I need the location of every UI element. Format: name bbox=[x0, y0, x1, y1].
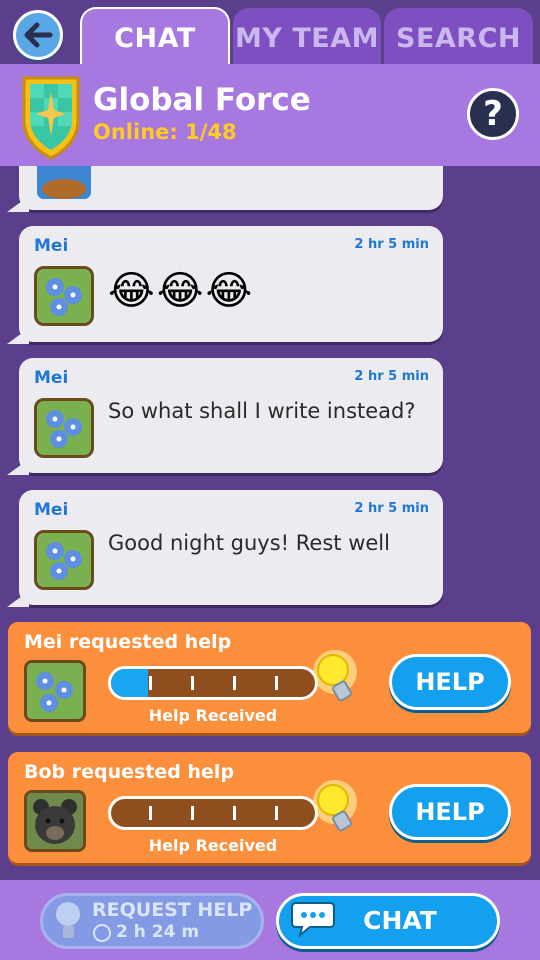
lightbulb-icon bbox=[313, 650, 357, 702]
message-time: 2 hr 5 min bbox=[354, 369, 429, 384]
tab-search[interactable]: SEARCH bbox=[384, 8, 533, 68]
back-button[interactable] bbox=[13, 10, 63, 60]
chat-button-label: CHAT bbox=[363, 906, 437, 935]
message-sender: Mei bbox=[34, 368, 69, 388]
flower-avatar bbox=[24, 660, 86, 722]
chat-message: Mei 2 hr 5 min Good night guys! Rest wel… bbox=[7, 490, 443, 607]
tab-my-team[interactable]: MY TEAM bbox=[233, 8, 381, 68]
help-received-label: Help Received bbox=[148, 836, 278, 855]
message-sender: Mei bbox=[34, 500, 69, 520]
help-request-card: Bob requested help Help Received HELP bbox=[8, 752, 531, 863]
help-button[interactable]: HELP bbox=[389, 654, 511, 710]
image-thumbnail bbox=[34, 166, 94, 202]
bear-avatar bbox=[24, 790, 86, 852]
message-sender: Mei bbox=[34, 236, 69, 256]
help-request-title: Bob requested help bbox=[24, 761, 235, 783]
lightbulb-icon bbox=[56, 902, 80, 938]
clock-icon bbox=[93, 924, 111, 942]
help-request-title: Mei requested help bbox=[24, 631, 232, 653]
message-text: Good night guys! Rest well bbox=[108, 531, 390, 555]
arrow-left-icon bbox=[24, 22, 53, 48]
team-name: Global Force bbox=[93, 82, 311, 118]
chat-feed[interactable]: Mei 2 hr 5 min 😂😂😂 Mei 2 hr 5 min So wha… bbox=[0, 166, 540, 880]
message-time: 2 hr 5 min bbox=[354, 501, 429, 516]
chat-message: Mei 2 hr 5 min So what shall I write ins… bbox=[7, 358, 443, 475]
help-progress-bar bbox=[108, 796, 318, 830]
request-help-timer: 2 h 24 m bbox=[116, 922, 200, 942]
request-help-label: REQUEST HELP bbox=[92, 899, 253, 921]
help-request-card: Mei requested help Help Received HELP bbox=[8, 622, 531, 733]
flower-avatar bbox=[34, 530, 94, 590]
help-progress-fill bbox=[111, 669, 148, 697]
chat-message-partial bbox=[7, 166, 443, 212]
tab-chat[interactable]: CHAT bbox=[80, 7, 230, 67]
team-shield-icon bbox=[22, 76, 80, 160]
message-time: 2 hr 5 min bbox=[354, 237, 429, 252]
lightbulb-icon bbox=[313, 780, 357, 832]
help-button[interactable]: HELP bbox=[389, 784, 511, 840]
help-progress-bar bbox=[108, 666, 318, 700]
chat-message: Mei 2 hr 5 min 😂😂😂 bbox=[7, 226, 443, 344]
online-count: Online: 1/48 bbox=[93, 120, 237, 144]
message-emoji: 😂😂😂 bbox=[108, 268, 255, 314]
message-text: So what shall I write instead? bbox=[108, 399, 416, 423]
flower-avatar bbox=[34, 398, 94, 458]
flower-avatar bbox=[34, 266, 94, 326]
help-received-label: Help Received bbox=[148, 706, 278, 725]
question-mark-button[interactable]: ? bbox=[467, 88, 519, 140]
